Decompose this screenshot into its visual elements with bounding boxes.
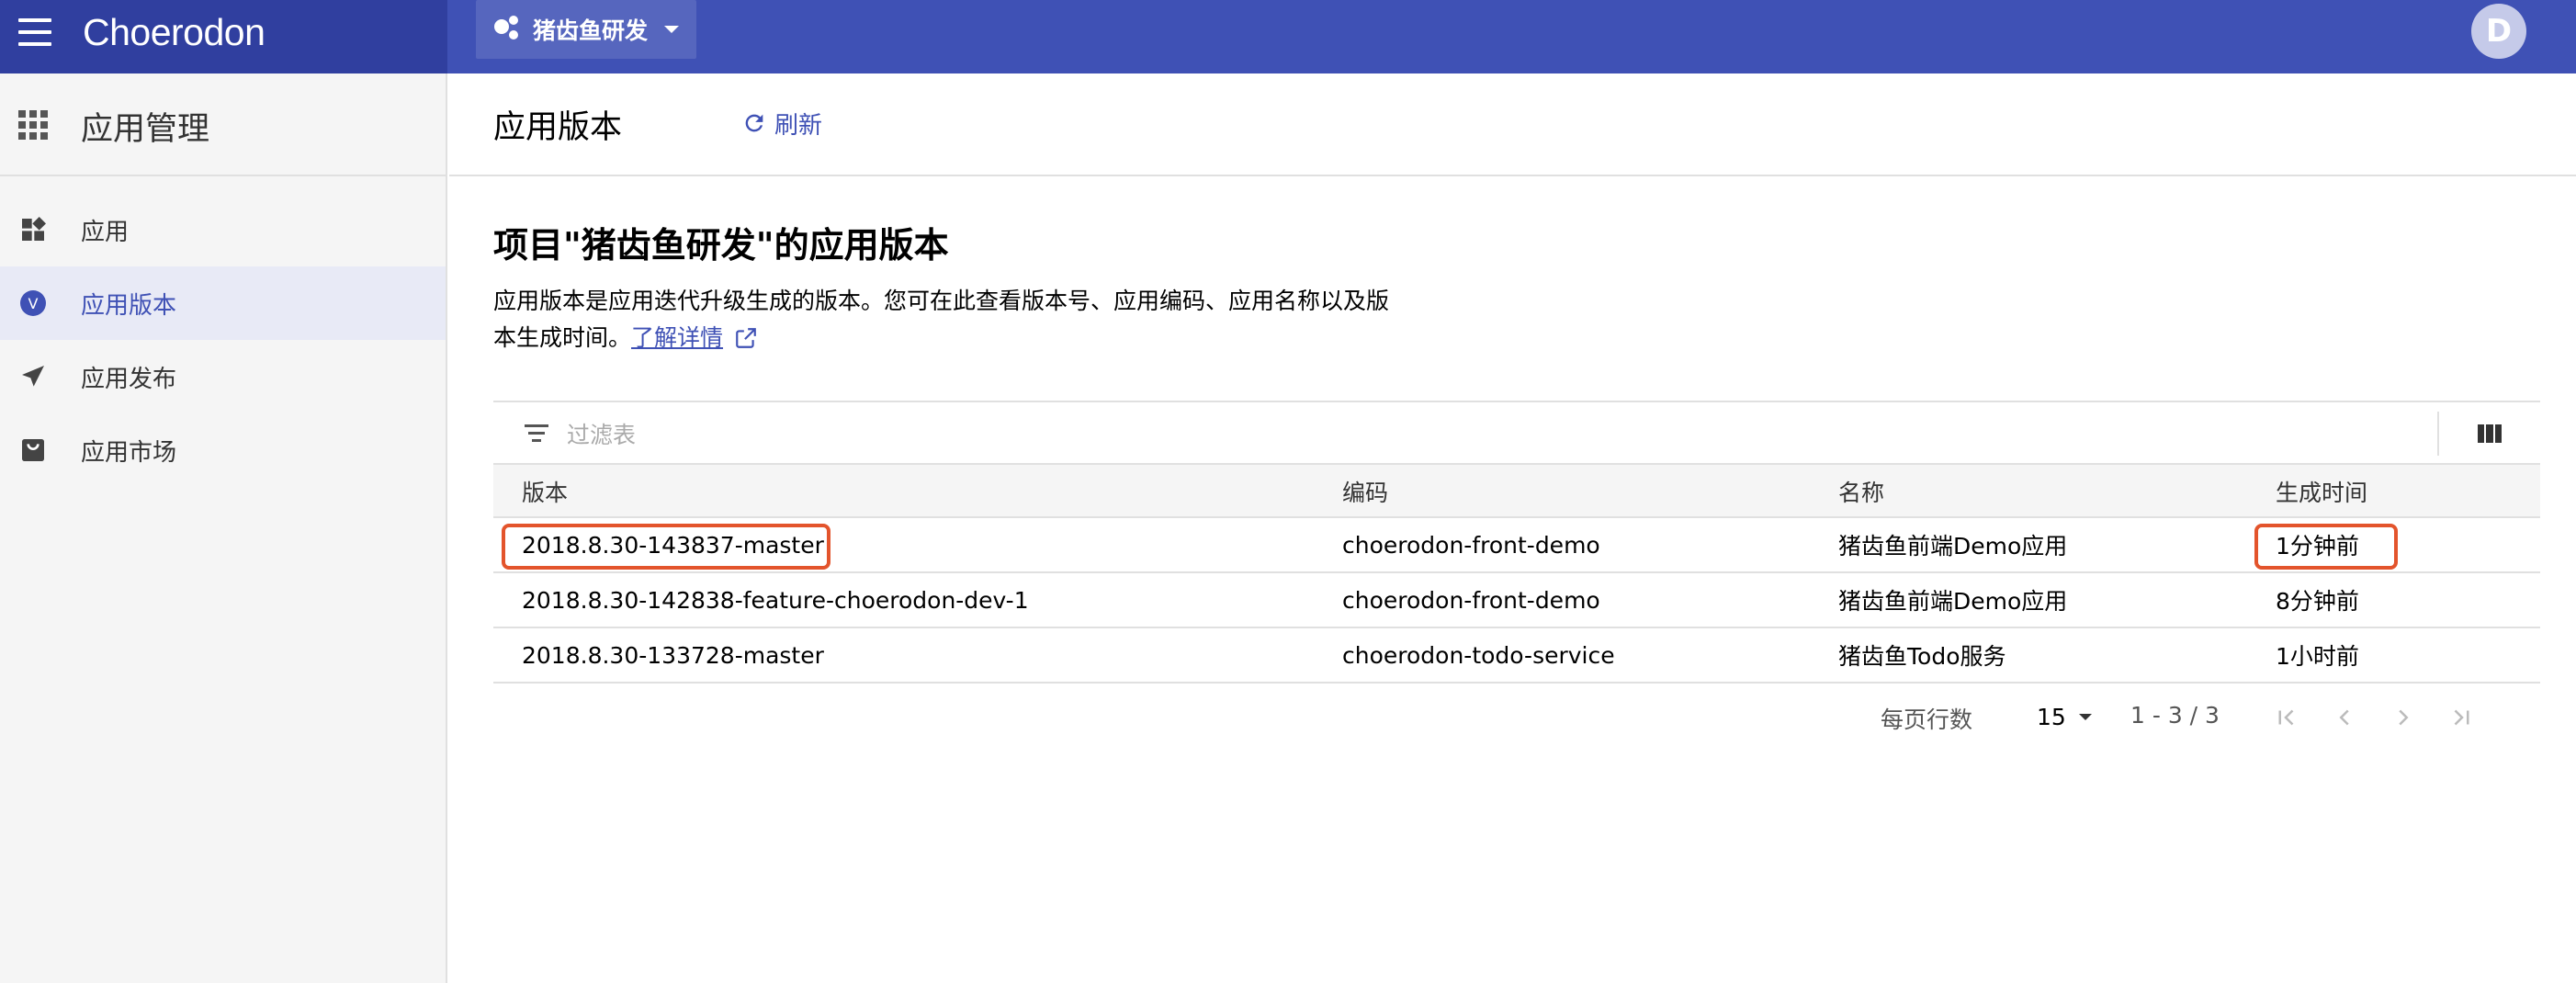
apps-grid-icon[interactable]: [18, 110, 48, 140]
version-cell: 2018.8.30-143837-master: [522, 531, 824, 559]
sidebar-item-label: 应用版本: [81, 291, 177, 320]
code-cell: choerodon-front-demo: [1342, 586, 1600, 614]
name-cell: 猪齿鱼前端Demo应用: [1838, 533, 2068, 559]
description-line-2: 本生成时间。了解详情: [493, 320, 1467, 356]
table-header: 版本 编码 名称 生成时间: [493, 463, 2540, 518]
page-description: 应用版本是应用迭代升级生成的版本。您可在此查看版本号、应用编码、应用名称以及版 …: [493, 283, 1467, 356]
rows-per-page-label: 每页行数: [1881, 706, 1973, 733]
table-row[interactable]: 2018.8.30-143837-master choerodon-front-…: [493, 518, 2540, 573]
learn-more-link[interactable]: 了解详情: [631, 324, 723, 351]
sidebar-item-label: 应用发布: [81, 365, 177, 393]
table-row[interactable]: 2018.8.30-142838-feature-choerodon-dev-1…: [493, 573, 2540, 628]
description-line-1: 应用版本是应用迭代升级生成的版本。您可在此查看版本号、应用编码、应用名称以及版: [493, 288, 1390, 314]
refresh-label: 刷新: [774, 111, 823, 140]
pagination: 每页行数 15 1 - 3 / 3: [493, 691, 2540, 746]
top-bar-brand-area: Choerodon: [0, 0, 447, 73]
project-name: 猪齿鱼研发: [533, 17, 649, 44]
filter-divider: [2437, 412, 2439, 456]
sidebar-item-label: 应用市场: [81, 438, 177, 467]
page-size-value: 15: [2037, 703, 2066, 730]
table-row[interactable]: 2018.8.30-133728-master choerodon-todo-s…: [493, 628, 2540, 684]
name-cell: 猪齿鱼Todo服务: [1838, 643, 2006, 670]
time-cell: 1小时前: [2276, 643, 2359, 670]
pagination-range: 1 - 3 / 3: [2130, 702, 2220, 729]
column-header-code[interactable]: 编码: [1342, 465, 1388, 518]
store-icon: [18, 435, 48, 465]
chevron-down-icon: [664, 26, 680, 33]
send-icon: [18, 362, 48, 391]
page-header: 应用版本 刷新: [449, 73, 2576, 176]
version-cell: 2018.8.30-133728-master: [522, 641, 824, 669]
next-page-icon[interactable]: [2390, 704, 2417, 731]
name-cell: 猪齿鱼前端Demo应用: [1838, 588, 2068, 615]
time-cell: 1分钟前: [2276, 533, 2359, 559]
first-page-icon[interactable]: [2272, 704, 2299, 731]
sidebar-item-app-version[interactable]: V 应用版本: [0, 266, 446, 340]
refresh-icon: [745, 114, 763, 132]
column-header-name[interactable]: 名称: [1838, 465, 1884, 518]
version-badge-text: V: [28, 295, 39, 312]
code-cell: choerodon-front-demo: [1342, 531, 1600, 559]
version-badge-icon: V: [18, 288, 48, 318]
column-header-version[interactable]: 版本: [522, 465, 568, 518]
sidebar: 应用管理 应用 V 应用版本 应用发布 应用市场: [0, 73, 447, 983]
filter-input[interactable]: [567, 419, 2129, 450]
version-cell: 2018.8.30-142838-feature-choerodon-dev-1: [522, 586, 1029, 614]
sidebar-item-app[interactable]: 应用: [0, 193, 446, 266]
user-avatar[interactable]: D: [2471, 4, 2526, 59]
description-text: 本生成时间。: [493, 324, 632, 351]
sidebar-title: 应用管理: [81, 111, 210, 148]
view-columns-icon[interactable]: [2478, 424, 2502, 443]
last-page-icon[interactable]: [2448, 704, 2476, 731]
content-title: 项目"猪齿鱼研发"的应用版本: [493, 225, 949, 266]
brand-logo: Choerodon: [83, 11, 266, 53]
refresh-button[interactable]: 刷新: [741, 105, 822, 141]
page-title: 应用版本: [493, 109, 623, 146]
previous-page-icon[interactable]: [2331, 704, 2358, 731]
code-cell: choerodon-todo-service: [1342, 641, 1615, 669]
sidebar-item-label: 应用: [81, 218, 130, 246]
sidebar-item-app-release[interactable]: 应用发布: [0, 340, 446, 413]
external-link-icon[interactable]: [734, 326, 758, 350]
rows-per-page-select[interactable]: 15: [2037, 698, 2092, 735]
project-selector[interactable]: 猪齿鱼研发: [476, 0, 696, 59]
filter-bar: [493, 401, 2540, 465]
filter-icon: [525, 424, 548, 443]
project-icon: [494, 16, 522, 43]
chevron-down-icon: [2078, 713, 2092, 720]
hamburger-menu-icon[interactable]: [18, 18, 55, 48]
sidebar-item-app-market[interactable]: 应用市场: [0, 413, 446, 487]
widgets-icon: [18, 215, 48, 244]
column-header-time[interactable]: 生成时间: [2276, 465, 2367, 518]
top-bar: Choerodon 猪齿鱼研发 D: [0, 0, 2576, 73]
sidebar-header: 应用管理: [0, 73, 446, 176]
time-cell: 8分钟前: [2276, 588, 2359, 615]
